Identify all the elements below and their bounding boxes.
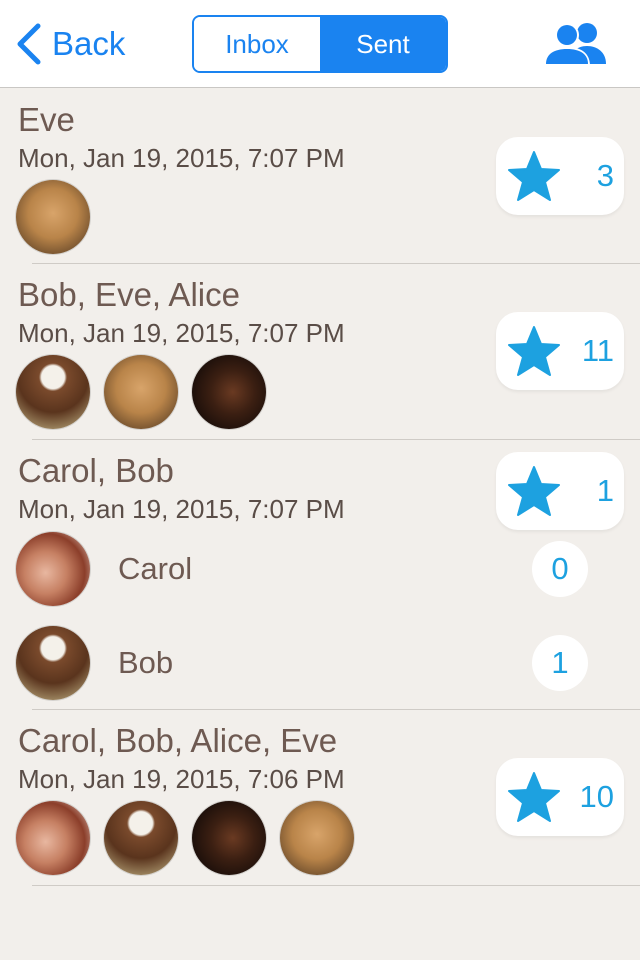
star-icon — [508, 326, 560, 376]
star-count: 10 — [579, 779, 614, 814]
avatar-carol — [16, 801, 90, 875]
star-icon — [508, 151, 560, 201]
avatar-eve — [16, 180, 90, 254]
divider — [32, 885, 640, 886]
avatar-bob — [104, 801, 178, 875]
avatar-alice — [192, 801, 266, 875]
avatar-eve — [104, 355, 178, 429]
thread-date: Mon, Jan 19, 2015, 7:07 PM — [18, 318, 345, 348]
chevron-left-icon — [17, 23, 41, 65]
thread-names: Carol, Bob — [18, 452, 174, 489]
thread-names: Eve — [18, 101, 75, 138]
back-button[interactable]: Back — [14, 20, 125, 68]
avatar-bob — [16, 626, 90, 700]
avatar-bob — [16, 355, 90, 429]
thread-names: Carol, Bob, Alice, Eve — [18, 722, 338, 759]
tab-sent[interactable]: Sent — [320, 17, 446, 71]
thread-names: Bob, Eve, Alice — [18, 276, 240, 313]
star-count-button[interactable]: 11 — [496, 312, 624, 390]
inbox-sent-segmented-control: Inbox Sent — [192, 15, 448, 73]
avatar-eve — [280, 801, 354, 875]
contacts-button[interactable] — [540, 18, 610, 68]
star-count: 11 — [581, 333, 614, 368]
thread-date: Mon, Jan 19, 2015, 7:06 PM — [18, 764, 345, 794]
recipient-name: Bob — [118, 645, 174, 680]
recipient-count[interactable]: 0 — [532, 541, 588, 597]
star-count: 3 — [596, 158, 614, 193]
thread-date: Mon, Jan 19, 2015, 7:07 PM — [18, 494, 345, 524]
star-count-button[interactable]: 1 — [496, 452, 624, 530]
thread-date: Mon, Jan 19, 2015, 7:07 PM — [18, 143, 345, 173]
thread-list: Eve Mon, Jan 19, 2015, 7:07 PM 3 Bob, Ev… — [0, 89, 640, 886]
tab-inbox[interactable]: Inbox — [194, 17, 320, 71]
thread-row[interactable]: Carol, Bob, Alice, Eve Mon, Jan 19, 2015… — [0, 710, 640, 886]
thread-row[interactable]: Carol, Bob Mon, Jan 19, 2015, 7:07 PM 1 … — [0, 440, 640, 710]
avatar-carol — [16, 532, 90, 606]
recipient-row[interactable]: Carol 0 — [0, 532, 640, 606]
avatar-group — [16, 355, 266, 429]
avatar-alice — [192, 355, 266, 429]
star-count-button[interactable]: 3 — [496, 137, 624, 215]
star-icon — [508, 772, 560, 822]
nav-bar: Back Inbox Sent — [0, 0, 640, 88]
avatar-group — [16, 180, 90, 254]
thread-row[interactable]: Bob, Eve, Alice Mon, Jan 19, 2015, 7:07 … — [0, 264, 640, 440]
recipient-name: Carol — [118, 551, 193, 586]
star-count-button[interactable]: 10 — [496, 758, 624, 836]
back-label: Back — [52, 25, 126, 62]
star-icon — [508, 466, 560, 516]
recipient-count[interactable]: 1 — [532, 635, 588, 691]
recipient-row[interactable]: Bob 1 — [0, 626, 640, 700]
star-count: 1 — [596, 473, 614, 508]
thread-row[interactable]: Eve Mon, Jan 19, 2015, 7:07 PM 3 — [0, 89, 640, 264]
avatar-group — [16, 801, 354, 875]
contacts-icon — [544, 23, 606, 66]
